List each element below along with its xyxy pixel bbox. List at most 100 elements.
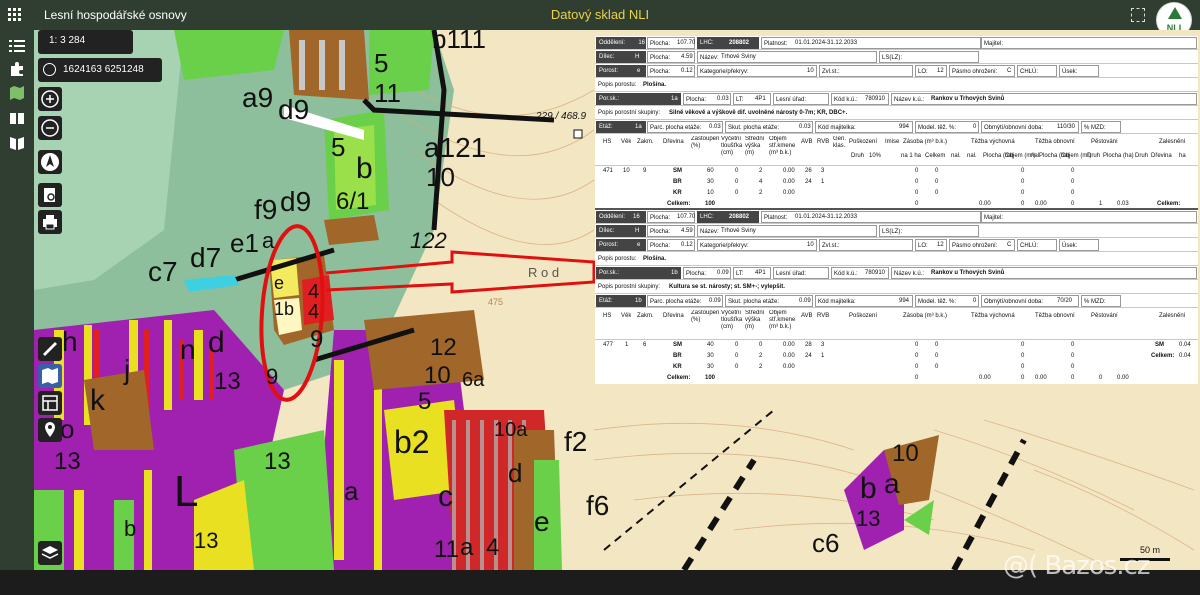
cell-obj: 0.00 [783,179,795,185]
zoom-in-button[interactable] [38,87,62,111]
location-button[interactable] [38,418,62,442]
map-label: 13 [856,506,881,531]
celkem-val: 0 [1021,375,1025,381]
compass-icon [41,153,59,171]
col-hs: HS [603,313,612,319]
north-arrow-button[interactable] [38,150,62,174]
watermark-text: @( Bazos.cz [1003,551,1150,581]
cell-zas2: 0 [935,190,939,196]
map-label: a [884,468,900,499]
map-label: b [860,472,877,505]
col-drevina: Dřevina [663,313,684,319]
map-label: 13 [194,528,219,553]
list-icon[interactable] [9,38,25,54]
dilec-value: H [635,228,640,234]
mzd-label: % MZD: [1081,295,1121,307]
zoom-out-button[interactable] [38,116,62,140]
cell-zas1: 0 [915,342,919,348]
col-tezba-vychovna: Těžba výchovná [971,313,1015,319]
usek-label: Úsek: [1059,239,1099,251]
celkem-val: 0 [915,375,919,381]
plocha-value: 107.70 [677,214,695,220]
map-icon[interactable] [9,85,25,101]
map-label: d9 [280,186,312,217]
cell-zast: 60 [707,168,714,174]
cell-zas1: 0 [915,179,919,185]
map-label: b [124,516,137,541]
table-row: BR 30 0 2 0.00 24 1 0 0 0 0 Celkem: 0.04 [595,351,1198,362]
majitel-label: Majitel: [981,37,1197,49]
platnost-value: 01.01.2024-31.12.2033 [795,214,858,220]
cell-drevina: SM [673,168,682,174]
cell-zakm: 9 [643,168,647,174]
map-label: 13 [214,368,241,395]
cell-zas2: 0 [935,168,939,174]
record-sheet-1: Oddělení: 16 Plocha: 107.70 LHC: 208802 … [595,36,1198,210]
cell-obj: 0.00 [783,190,795,196]
kod-ku-value: 780910 [865,270,886,276]
skut-plocha-value: 0.09 [799,298,811,304]
cell-tl: 0 [735,342,739,348]
table-button[interactable] [38,391,62,415]
map-label: 6/1 [336,188,370,215]
kod-majitelka-value: 994 [899,124,910,130]
map-label: d7 [190,242,222,273]
cell-tl: 0 [735,353,739,359]
porsk-plocha-value: 0.09 [717,270,729,276]
cell-zas1: 0 [915,364,919,370]
table-row: 477 1 6 SM 40 0 0 0.00 28 3 0 0 0 0 SM 0… [595,340,1198,351]
sub-celkem: Celkem [925,153,946,159]
dilec-value: H [635,54,640,60]
cell-o1: 0 [1071,179,1075,185]
minus-icon [41,119,59,137]
map-label: e [534,506,550,537]
fullscreen-icon[interactable] [1131,8,1145,22]
col-zakm: Zakm. [637,139,654,145]
celkem-val: 0 [1099,375,1103,381]
map-label: c6 [812,528,840,558]
map-label: f9 [254,194,278,225]
map-label: f2 [564,426,588,457]
cell-drevina: BR [673,353,682,359]
atlas-button[interactable] [38,364,62,388]
cell-avb: 28 [805,342,812,348]
map-label: a [344,476,359,506]
book-open-icon[interactable] [9,110,25,126]
cell-hs: 471 [603,168,614,174]
book-icon[interactable] [9,135,25,151]
cell-tl: 0 [735,364,739,370]
celkem-val: 0.03 [1117,201,1129,207]
cell-avb: 26 [805,168,812,174]
cell-obj: 0.00 [783,168,795,174]
map-label: 11 [374,78,401,108]
scale-display[interactable]: 1: 3 284 [38,30,133,54]
coordinates-value: 1624163 6251248 [63,64,144,75]
sub-ha: ha [1179,153,1186,159]
col-tloustka: Výčetní tloušťka (cm) [721,310,743,330]
parc-plocha-value: 0.09 [709,298,721,304]
nazev-ku-value: Rankov u Trhových Svinů [931,96,1005,102]
cell-rvb: 3 [821,168,825,174]
measure-button[interactable] [38,337,62,361]
cell-vys: 2 [759,364,763,370]
celkem-val: 0.00 [979,201,991,207]
puzzle-icon[interactable] [9,61,25,77]
print-button[interactable] [38,210,62,234]
map-label: d [508,458,523,488]
cell-vys: 0 [759,342,763,348]
nazev-ku-value: Rankov u Trhových Svinů [931,270,1005,276]
cell-v1: 0 [1021,364,1025,370]
cell-zas2: 0 [935,364,939,370]
map-label: 9 [266,364,279,389]
cell-vek: 10 [623,168,630,174]
map-label: 12 [430,334,457,361]
col-tezba-obnovni: Těžba obnovní [1035,139,1075,145]
map-label: a121 [424,132,487,163]
sub-nal1: nal. [951,153,961,159]
dilec-plocha-value: 4.59 [681,54,693,60]
zalesneni-celkem-label: Celkem: [1157,201,1181,207]
layers-button[interactable] [38,541,62,565]
search-map-button[interactable] [38,183,62,207]
road-label: R o d [528,265,560,280]
col-tezba-vychovna: Těžba výchovná [971,139,1015,145]
